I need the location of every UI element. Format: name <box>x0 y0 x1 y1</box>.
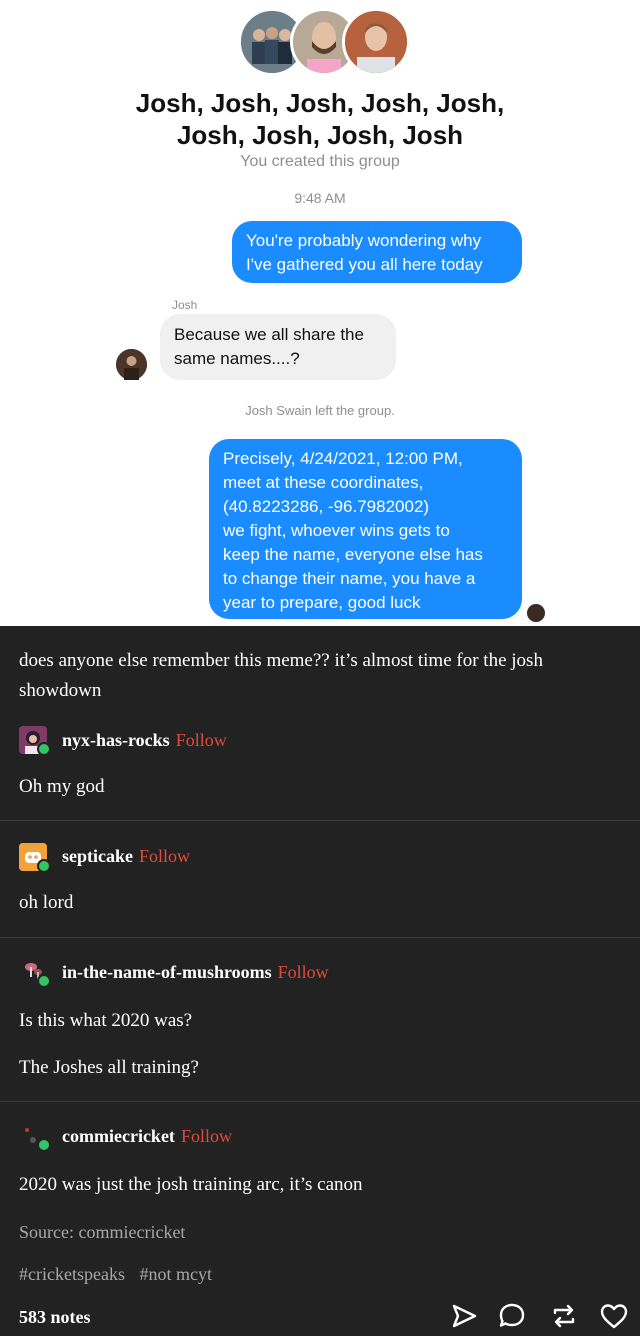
username-text[interactable]: septicake <box>62 846 133 866</box>
message-line: I've gathered you all here today <box>246 255 483 274</box>
reblog-text: Oh my god <box>19 776 105 797</box>
reblog-icon <box>37 1138 51 1152</box>
reblog-text: The Joshes all training? <box>19 1057 199 1078</box>
reblog-username[interactable]: nyx-has-rocks Follow <box>62 730 227 751</box>
reblog-text: Is this what 2020 was? <box>19 1010 193 1031</box>
reblog-username[interactable]: septicake Follow <box>62 846 190 867</box>
message-timestamp: 9:48 AM <box>294 190 346 206</box>
group-created-note: You created this group <box>240 153 400 170</box>
member-left-note: Josh Swain left the group. <box>245 403 395 418</box>
tag-link[interactable]: #not mcyt <box>139 1264 212 1284</box>
message-line: keep the name, everyone else has <box>223 545 483 564</box>
post-actions <box>448 1300 634 1332</box>
username-text[interactable]: nyx-has-rocks <box>62 730 170 750</box>
message-line: Because we all share the <box>174 325 364 344</box>
follow-button[interactable]: Follow <box>176 730 227 750</box>
seen-avatar <box>527 604 545 622</box>
username-text[interactable]: in-the-name-of-mushrooms <box>62 962 272 982</box>
reblog-username[interactable]: in-the-name-of-mushrooms Follow <box>62 962 329 983</box>
reblog-icon[interactable] <box>548 1300 580 1332</box>
message-line: same names....? <box>174 349 300 368</box>
divider <box>0 1101 640 1102</box>
messenger-screenshot: Josh, Josh, Josh, Josh, Josh, Josh, Josh… <box>0 0 640 626</box>
username-text[interactable]: commiecricket <box>62 1126 175 1146</box>
divider <box>0 937 640 938</box>
group-avatars <box>238 8 410 78</box>
comment-icon[interactable] <box>496 1300 528 1332</box>
sender-avatar <box>116 349 147 380</box>
divider <box>0 820 640 821</box>
message-line: year to prepare, good luck <box>223 593 421 612</box>
message-line: You're probably wondering why <box>246 231 482 250</box>
reblog-text: 2020 was just the josh training arc, it’… <box>19 1174 363 1195</box>
reblog-icon <box>37 859 51 873</box>
follow-button[interactable]: Follow <box>181 1126 232 1146</box>
reblog-icon <box>37 974 51 988</box>
post-caption: does anyone else remember this meme?? it… <box>19 650 543 701</box>
message-line: Precisely, 4/24/2021, 12:00 PM, <box>223 449 463 468</box>
group-title: Josh, Josh, Josh, Josh, Josh, Josh, Josh… <box>0 87 640 151</box>
outgoing-message[interactable]: You're probably wondering why I've gathe… <box>232 221 522 283</box>
tag-link[interactable]: #cricketspeaks <box>19 1264 125 1284</box>
message-line: meet at these coordinates, <box>223 473 424 492</box>
notes-count[interactable]: 583 notes <box>19 1307 91 1328</box>
reblog-username[interactable]: commiecricket Follow <box>62 1126 232 1147</box>
message-line: (40.8223286, -96.7982002) <box>223 497 430 516</box>
message-sender-name: Josh <box>172 298 198 312</box>
message-line: we fight, whoever wins gets to <box>223 521 450 540</box>
follow-button[interactable]: Follow <box>278 962 329 982</box>
reblog-text: oh lord <box>19 892 74 913</box>
heart-icon[interactable] <box>598 1300 630 1332</box>
send-icon[interactable] <box>448 1300 480 1332</box>
group-title-line-1: Josh, Josh, Josh, Josh, Josh, <box>135 88 505 118</box>
follow-button[interactable]: Follow <box>139 846 190 866</box>
group-avatar-3 <box>342 8 410 76</box>
group-title-line-2: Josh, Josh, Josh, Josh <box>176 120 464 150</box>
reblog-icon <box>37 742 51 756</box>
post-tags: #cricketspeaks #not mcyt <box>19 1264 222 1285</box>
incoming-message[interactable]: Because we all share the same names....? <box>160 314 396 380</box>
post-source[interactable]: Source: commiecricket <box>19 1222 185 1243</box>
outgoing-message[interactable]: Precisely, 4/24/2021, 12:00 PM, meet at … <box>209 439 522 619</box>
message-line: to change their name, you have a <box>223 569 476 588</box>
